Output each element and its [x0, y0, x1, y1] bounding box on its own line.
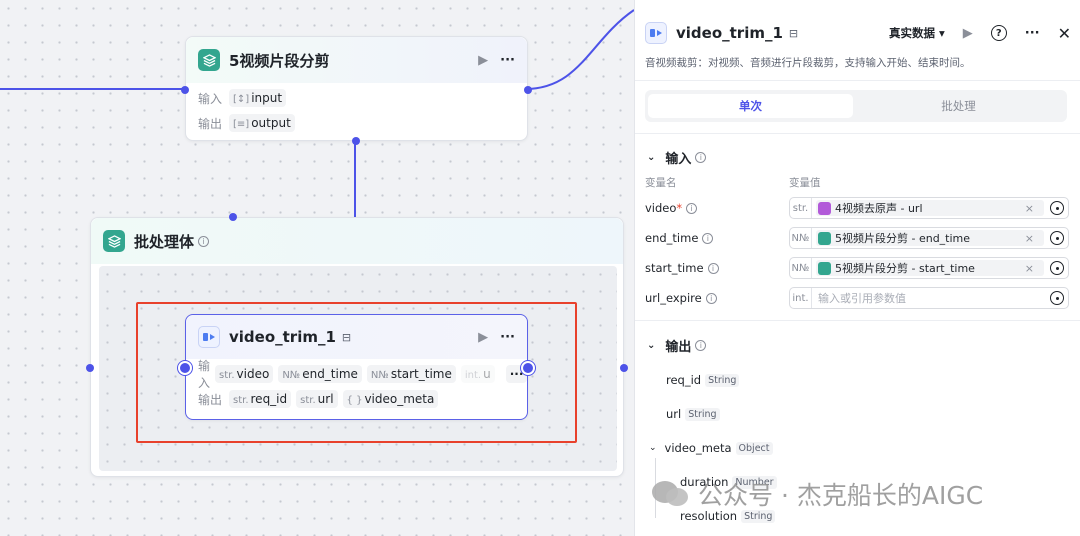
- batch-title: 批处理体: [134, 232, 195, 251]
- more-icon[interactable]: ···: [1025, 26, 1040, 41]
- node-video-trim[interactable]: video_trim_1 ⊟ ▶ ··· 输入 str. video N№ end_…: [178, 314, 535, 420]
- info-icon: i: [686, 202, 698, 214]
- variable-value-field[interactable]: N№ 5视频片段分剪 - start_time ×: [789, 257, 1069, 279]
- info-icon: i: [695, 152, 707, 163]
- node-ref-icon: [818, 231, 831, 245]
- layers-icon: [198, 49, 220, 71]
- bottom-port[interactable]: [352, 137, 360, 145]
- mode-tabs: 单次 批处理: [645, 90, 1067, 122]
- panel-title: video_trim_1: [676, 24, 783, 42]
- batch-right-port[interactable]: [620, 364, 628, 372]
- chevron-down-icon: ⌄: [649, 443, 657, 453]
- output-port[interactable]: [524, 86, 532, 94]
- reference-target-icon[interactable]: [1050, 291, 1064, 305]
- watermark: 公众号 · 杰克船长的AIGC: [650, 476, 983, 512]
- run-icon[interactable]: ▶: [963, 26, 973, 41]
- array-icon: [↕]: [233, 94, 250, 105]
- layers-icon: [103, 230, 125, 252]
- node-header: 5视频片段分剪 ▶ ···: [186, 37, 527, 83]
- plugin-icon: ⊟: [788, 26, 799, 40]
- reference-target-icon[interactable]: [1050, 201, 1064, 215]
- batch-top-port[interactable]: [229, 213, 237, 221]
- output-chip-url: str. url: [296, 390, 338, 408]
- variable-value-field[interactable]: str. 4视频去原声 - url ×: [789, 197, 1069, 219]
- data-mode-select[interactable]: 真实数据 ▾: [889, 25, 945, 41]
- video-trim-icon: [198, 326, 220, 348]
- batch-left-port[interactable]: [86, 364, 94, 372]
- node-ref-icon: [818, 201, 831, 215]
- output-item[interactable]: ⌄ video_meta Object: [649, 441, 773, 455]
- reference-target-icon[interactable]: [1050, 261, 1064, 275]
- variable-value-field[interactable]: N№ 5视频片段分剪 - end_time ×: [789, 227, 1069, 249]
- help-icon[interactable]: ?: [990, 25, 1007, 41]
- tab-single[interactable]: 单次: [648, 94, 853, 118]
- reference-target-icon[interactable]: [1050, 231, 1064, 245]
- output-item: req_id String: [666, 373, 740, 387]
- caret-down-icon: ▾: [938, 26, 945, 40]
- video-trim-icon: [645, 22, 667, 44]
- info-icon: i: [705, 292, 717, 304]
- output-section-header[interactable]: ⌄ 输出 i: [647, 336, 707, 355]
- info-icon: i: [702, 232, 714, 244]
- info-icon: i: [695, 340, 707, 351]
- info-icon[interactable]: i: [198, 235, 210, 247]
- wechat-icon: [652, 481, 688, 506]
- node-title: video_trim_1: [229, 328, 336, 346]
- variable-row: end_time i N№ 5视频片段分剪 - end_time ×: [645, 226, 1069, 250]
- input-port[interactable]: [181, 86, 189, 94]
- panel-description: 音视频裁剪：对视频、音频进行片段裁剪，支持输入开始、结束时间。: [645, 57, 971, 69]
- input-chip-end-time: N№ end_time: [278, 365, 362, 383]
- node-detail-panel: video_trim_1 ⊟ 真实数据 ▾ ▶ ? ··· ✕ 音视频裁剪：对视…: [634, 0, 1080, 536]
- node-header: video_trim_1 ⊟ ▶ ···: [186, 315, 527, 359]
- node-title: 5视频片段分剪: [229, 51, 330, 70]
- more-icon[interactable]: ···: [500, 53, 515, 68]
- close-icon[interactable]: ✕: [1058, 24, 1071, 43]
- output-item: url String: [666, 407, 720, 421]
- node-ref-icon: [818, 261, 831, 275]
- input-chip: [↕] input: [229, 89, 287, 107]
- input-chip-more: int. u: [460, 365, 495, 383]
- value-placeholder: 输入或引用参数值: [818, 292, 906, 305]
- input-chip-start-time: N№ start_time: [366, 365, 456, 383]
- variable-value-field[interactable]: int. 输入或引用参数值: [789, 287, 1069, 309]
- clear-icon[interactable]: ×: [1025, 262, 1034, 275]
- chevron-down-icon: ⌄: [647, 340, 656, 351]
- output-port[interactable]: [521, 361, 535, 375]
- output-label: 输出: [198, 116, 223, 131]
- batch-header: 批处理体 i: [91, 218, 623, 264]
- plugin-icon: ⊟: [341, 330, 352, 344]
- output-chip: [≡] output: [229, 114, 295, 132]
- array-icon: [≡]: [233, 119, 250, 130]
- tab-batch[interactable]: 批处理: [853, 98, 1064, 114]
- run-icon[interactable]: ▶: [478, 330, 488, 345]
- variable-row: video * i str. 4视频去原声 - url ×: [645, 196, 1069, 220]
- input-port[interactable]: [178, 361, 192, 375]
- info-icon: i: [707, 262, 719, 274]
- output-chip-req-id: str. req_id: [229, 390, 292, 408]
- output-label: 输出: [198, 392, 223, 407]
- col-name-header: 变量名: [645, 177, 677, 189]
- col-value-header: 变量值: [789, 177, 821, 189]
- clear-icon[interactable]: ×: [1025, 202, 1034, 215]
- variable-row: start_time i N№ 5视频片段分剪 - start_time ×: [645, 256, 1069, 280]
- chevron-down-icon: ⌄: [647, 152, 656, 163]
- input-label: 输入: [198, 91, 223, 106]
- output-chip-video-meta: { } video_meta: [342, 390, 439, 408]
- clear-icon[interactable]: ×: [1025, 232, 1034, 245]
- variable-row: url_expire i int. 输入或引用参数值: [645, 286, 1069, 310]
- input-label: 输入: [198, 359, 211, 390]
- run-icon[interactable]: ▶: [478, 53, 488, 68]
- more-icon[interactable]: ···: [500, 330, 515, 345]
- input-section-header[interactable]: ⌄ 输入 i: [647, 148, 707, 167]
- input-chip-video: str. video: [215, 365, 274, 383]
- node-video-segment-split[interactable]: 5视频片段分剪 ▶ ··· 输入 [↕] input 输出 [≡] output: [181, 36, 532, 145]
